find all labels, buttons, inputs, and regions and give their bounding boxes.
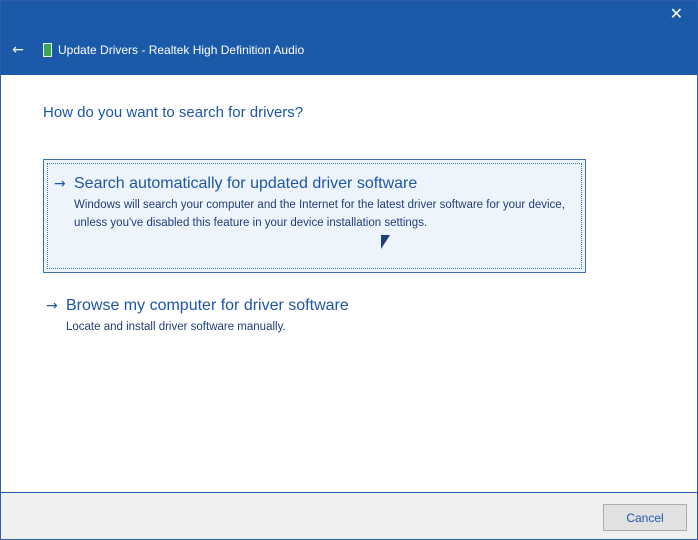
option-header: → Browse my computer for driver software bbox=[46, 296, 349, 316]
title-bar: ✕ ← Update Drivers - Realtek High Defini… bbox=[1, 1, 697, 75]
option-description: Windows will search your computer and th… bbox=[74, 199, 565, 229]
update-drivers-dialog: ✕ ← Update Drivers - Realtek High Defini… bbox=[0, 0, 698, 540]
cancel-button[interactable]: Cancel bbox=[603, 504, 687, 531]
search-automatically-option[interactable]: → Search automatically for updated drive… bbox=[43, 159, 586, 273]
mouse-cursor-icon bbox=[381, 235, 390, 249]
wizard-header: ← Update Drivers - Realtek High Definiti… bbox=[7, 40, 304, 60]
device-icon bbox=[43, 43, 52, 57]
page-question: How do you want to search for drivers? bbox=[43, 104, 304, 121]
browse-computer-option[interactable]: → Browse my computer for driver software… bbox=[43, 285, 586, 349]
wizard-title: Update Drivers - Realtek High Definition… bbox=[58, 43, 305, 57]
wizard-content: How do you want to search for drivers? →… bbox=[1, 75, 697, 493]
dialog-footer: Cancel bbox=[1, 492, 697, 539]
arrow-right-icon: → bbox=[46, 298, 58, 314]
close-icon[interactable]: ✕ bbox=[670, 5, 683, 23]
arrow-right-icon: → bbox=[54, 176, 66, 192]
option-title: Search automatically for updated driver … bbox=[74, 175, 418, 192]
back-arrow-icon[interactable]: ← bbox=[7, 42, 29, 58]
option-title: Browse my computer for driver software bbox=[66, 297, 349, 314]
option-header: → Search automatically for updated drive… bbox=[54, 174, 417, 194]
option-description: Locate and install driver software manua… bbox=[66, 321, 286, 333]
